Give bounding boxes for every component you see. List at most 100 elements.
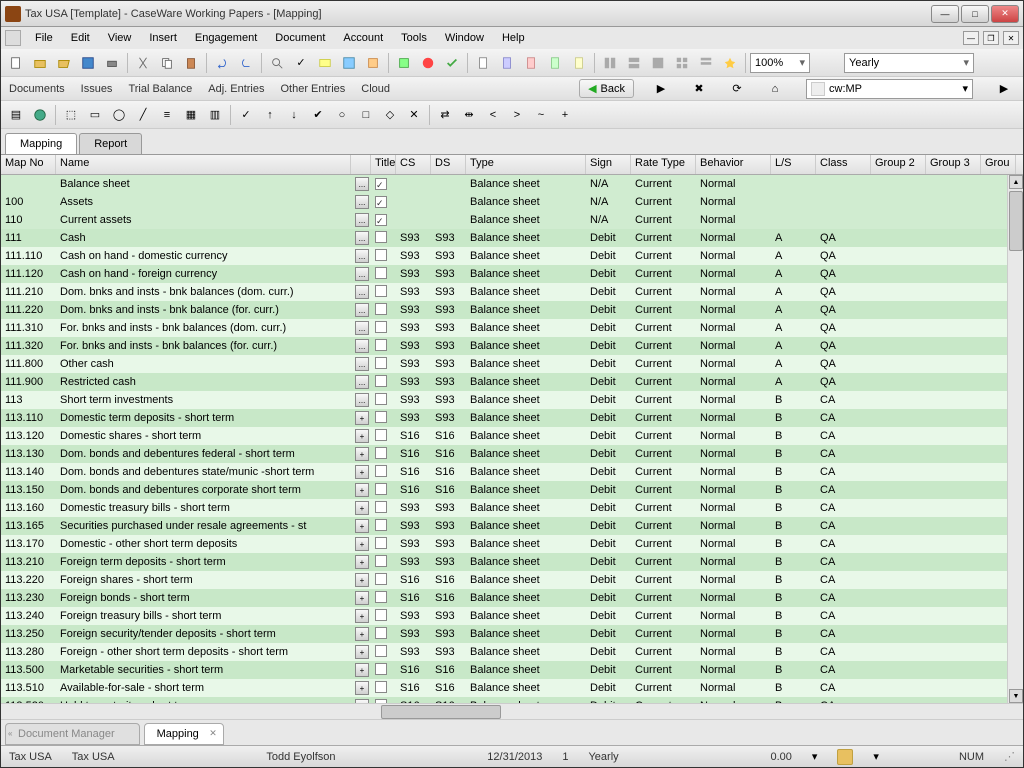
cell-ds[interactable]: S93 (431, 357, 466, 371)
nav-documents[interactable]: Documents (9, 83, 65, 95)
cell-cs[interactable] (396, 219, 431, 221)
cell-rate[interactable]: Current (631, 537, 696, 551)
cell-behavior[interactable]: Normal (696, 429, 771, 443)
cell-rate[interactable]: Current (631, 663, 696, 677)
cell-ls[interactable]: B (771, 645, 816, 659)
cell-cs[interactable]: S16 (396, 465, 431, 479)
anno4-icon[interactable]: ╱ (132, 104, 154, 126)
cell-type[interactable]: Balance sheet (466, 267, 586, 281)
cell-name[interactable]: Foreign treasury bills - short term (56, 609, 351, 623)
cell-ls[interactable] (771, 201, 816, 203)
circle-icon[interactable]: ○ (331, 104, 353, 126)
cell-g2[interactable] (871, 273, 926, 275)
cell-name[interactable]: Cash on hand - foreign currency (56, 267, 351, 281)
cell-sign[interactable]: Debit (586, 339, 631, 353)
cell-type[interactable]: Balance sheet (466, 537, 586, 551)
tickmark-icon[interactable] (338, 52, 360, 74)
mdi-close-button[interactable]: ✕ (1003, 31, 1019, 45)
cell-name[interactable]: Cash on hand - domestic currency (56, 249, 351, 263)
cell-sign[interactable]: Debit (586, 609, 631, 623)
cell-class[interactable]: CA (816, 555, 871, 569)
cell-sign[interactable]: Debit (586, 303, 631, 317)
table-row[interactable]: Balance sheet...Balance sheetN/ACurrentN… (1, 175, 1023, 193)
cell-ds[interactable] (431, 183, 466, 185)
cell-map-no[interactable]: 113 (1, 393, 56, 407)
cell-ds[interactable]: S16 (431, 483, 466, 497)
cell-ls[interactable]: B (771, 501, 816, 515)
nav-issues[interactable]: Issues (81, 83, 113, 95)
cell-cs[interactable]: S16 (396, 447, 431, 461)
cell-g2[interactable] (871, 615, 926, 617)
table-row[interactable]: 111.320For. bnks and insts - bnk balance… (1, 337, 1023, 355)
cell-rate[interactable]: Current (631, 519, 696, 533)
cell-class[interactable]: CA (816, 465, 871, 479)
cell-cs[interactable]: S93 (396, 501, 431, 515)
cell-behavior[interactable]: Normal (696, 573, 771, 587)
cell-g2[interactable] (871, 201, 926, 203)
cell-ls[interactable]: A (771, 339, 816, 353)
table-row[interactable]: 113.240Foreign treasury bills - short te… (1, 607, 1023, 625)
account-icon[interactable] (393, 52, 415, 74)
cell-map-no[interactable]: 113.220 (1, 573, 56, 587)
cell-cs[interactable]: S16 (396, 429, 431, 443)
cell-g2[interactable] (871, 327, 926, 329)
cell-sign[interactable]: Debit (586, 645, 631, 659)
cell-sign[interactable]: Debit (586, 483, 631, 497)
cell-behavior[interactable]: Normal (696, 483, 771, 497)
cell-rate[interactable]: Current (631, 213, 696, 227)
cell-g3[interactable] (926, 363, 981, 365)
expand-button[interactable]: + (355, 447, 369, 461)
cell-name[interactable]: For. bnks and insts - bnk balances (dom.… (56, 321, 351, 335)
note-icon[interactable] (314, 52, 336, 74)
go-icon[interactable]: ▶ (993, 78, 1015, 100)
cell-ds[interactable]: S93 (431, 627, 466, 641)
table-row[interactable]: 113Short term investments...S93S93Balanc… (1, 391, 1023, 409)
cell-name[interactable]: Dom. bonds and debentures federal - shor… (56, 447, 351, 461)
check-icon[interactable] (441, 52, 463, 74)
expand-icon[interactable]: ▤ (5, 104, 27, 126)
cell-cs[interactable]: S93 (396, 393, 431, 407)
cell-map-no[interactable]: 111.210 (1, 285, 56, 299)
cell-name[interactable]: Dom. bonds and debentures corporate shor… (56, 483, 351, 497)
cell-sign[interactable]: Debit (586, 555, 631, 569)
col-group3[interactable]: Group 3 (926, 155, 981, 174)
cell-behavior[interactable]: Normal (696, 285, 771, 299)
cell-rate[interactable]: Current (631, 267, 696, 281)
cell-name[interactable]: Dom. bonds and debentures state/munic -s… (56, 465, 351, 479)
cell-cs[interactable]: S93 (396, 321, 431, 335)
cell-map-no[interactable]: 113.280 (1, 645, 56, 659)
cell-name[interactable]: Domestic - other short term deposits (56, 537, 351, 551)
menu-tools[interactable]: Tools (393, 30, 435, 46)
cell-behavior[interactable]: Normal (696, 681, 771, 695)
cell-g3[interactable] (926, 345, 981, 347)
cell-sign[interactable]: Debit (586, 267, 631, 281)
title-checkbox[interactable] (375, 447, 387, 459)
expand-button[interactable]: ... (355, 231, 369, 245)
cell-sign[interactable]: Debit (586, 465, 631, 479)
scroll-up-icon[interactable]: ▲ (1009, 175, 1023, 189)
cell-class[interactable]: CA (816, 573, 871, 587)
cell-ds[interactable]: S93 (431, 393, 466, 407)
app-menu-icon[interactable] (5, 30, 21, 46)
expand-button[interactable]: + (355, 663, 369, 677)
cell-g3[interactable] (926, 633, 981, 635)
cell-type[interactable]: Balance sheet (466, 591, 586, 605)
cell-rate[interactable]: Current (631, 555, 696, 569)
title-checkbox[interactable] (375, 537, 387, 549)
cell-ds[interactable]: S93 (431, 375, 466, 389)
table-row[interactable]: 111.110Cash on hand - domestic currency.… (1, 247, 1023, 265)
less-icon[interactable]: < (482, 104, 504, 126)
cell-rate[interactable]: Current (631, 321, 696, 335)
title-checkbox[interactable] (375, 429, 387, 441)
anno3-icon[interactable]: ◯ (108, 104, 130, 126)
cell-rate[interactable]: Current (631, 483, 696, 497)
menu-account[interactable]: Account (335, 30, 391, 46)
cell-map-no[interactable]: 113.110 (1, 411, 56, 425)
cell-g2[interactable] (871, 651, 926, 653)
cell-map-no[interactable]: 113.250 (1, 627, 56, 641)
cell-map-no[interactable]: 111 (1, 231, 56, 245)
cell-g3[interactable] (926, 435, 981, 437)
cell-behavior[interactable]: Normal (696, 357, 771, 371)
cell-sign[interactable]: Debit (586, 231, 631, 245)
expand-button[interactable]: ... (355, 249, 369, 263)
